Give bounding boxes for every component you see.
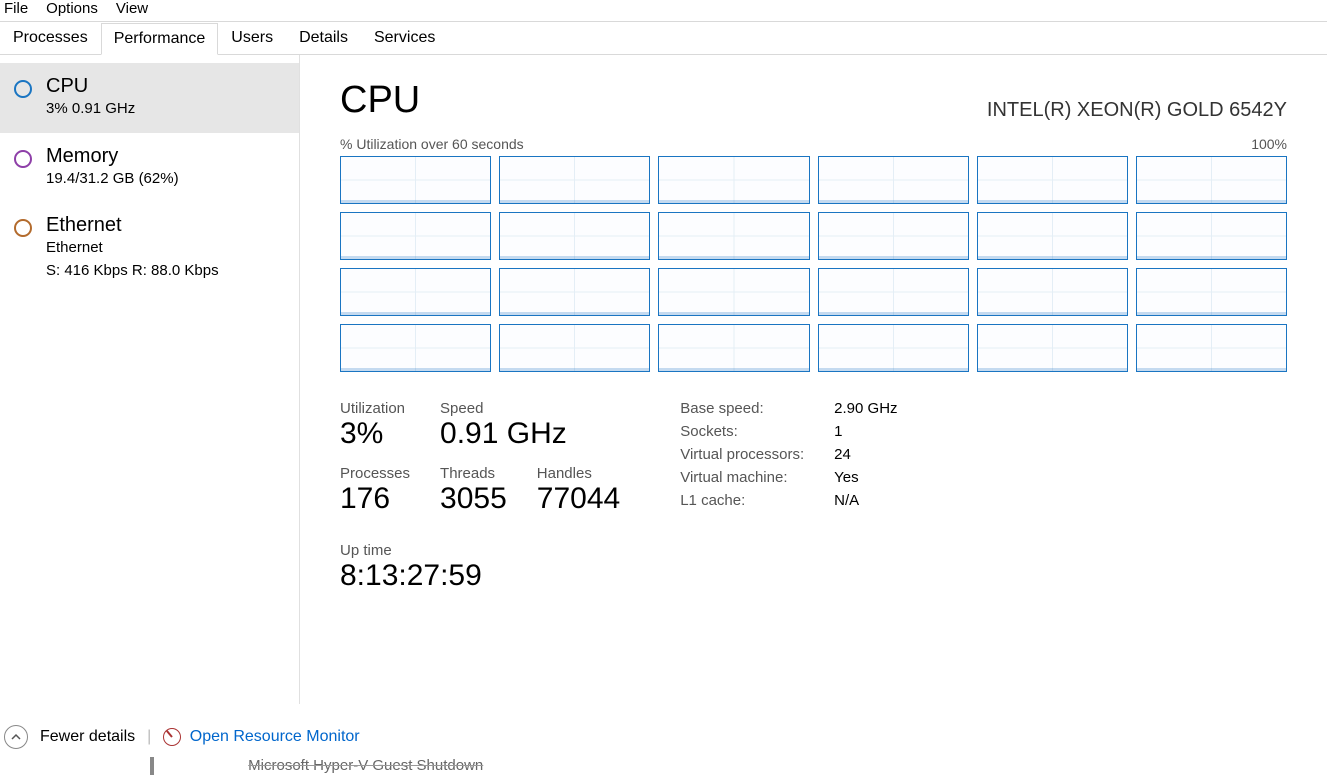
sockets-v: 1 [834, 423, 897, 440]
core-chart [818, 156, 969, 204]
core-chart [818, 268, 969, 316]
menu-view[interactable]: View [116, 0, 148, 17]
base-speed-k: Base speed: [680, 400, 804, 417]
open-resource-monitor[interactable]: Open Resource Monitor [163, 728, 359, 746]
tab-services[interactable]: Services [361, 22, 448, 54]
cpu-ring-icon [14, 80, 32, 98]
core-chart [1136, 268, 1287, 316]
tab-users[interactable]: Users [218, 22, 286, 54]
core-chart [977, 212, 1128, 260]
threads-value: 3055 [440, 482, 507, 516]
core-chart [977, 156, 1128, 204]
sidebar-cpu-sub: 3% 0.91 GHz [46, 98, 135, 121]
core-chart [818, 324, 969, 372]
l1-k: L1 cache: [680, 492, 804, 509]
tab-bar: Processes Performance Users Details Serv… [0, 21, 1327, 55]
chart-max: 100% [1251, 136, 1287, 152]
menu-bar: File Options View [0, 0, 1327, 21]
memory-ring-icon [14, 150, 32, 168]
uptime-value: 8:13:27:59 [340, 559, 620, 593]
util-value: 3% [340, 417, 410, 451]
core-chart [658, 212, 809, 260]
base-speed-v: 2.90 GHz [834, 400, 897, 417]
menu-file[interactable]: File [4, 0, 28, 17]
clipped-background-text: Microsoft Hyper-V Guest Shutdown [150, 757, 483, 775]
footer: Fewer details | Open Resource Monitor [0, 717, 1327, 757]
core-chart [977, 324, 1128, 372]
sidebar-item-memory[interactable]: Memory 19.4/31.2 GB (62%) [0, 133, 299, 203]
vm-k: Virtual machine: [680, 469, 804, 486]
sidebar-mem-title: Memory [46, 145, 179, 168]
core-chart [499, 212, 650, 260]
vm-v: Yes [834, 469, 897, 486]
processes-value: 176 [340, 482, 410, 516]
tab-performance[interactable]: Performance [101, 23, 219, 55]
vprocs-k: Virtual processors: [680, 446, 804, 463]
chevron-up-icon [11, 732, 21, 742]
core-chart [340, 324, 491, 372]
resize-handle-icon [150, 757, 154, 775]
tab-processes[interactable]: Processes [0, 22, 101, 54]
sidebar-mem-sub: 19.4/31.2 GB (62%) [46, 168, 179, 191]
sidebar-item-cpu[interactable]: CPU 3% 0.91 GHz [0, 63, 299, 133]
menu-options[interactable]: Options [46, 0, 98, 17]
resource-monitor-icon [163, 728, 181, 746]
util-label: Utilization [340, 400, 410, 417]
core-chart [818, 212, 969, 260]
core-chart [977, 268, 1128, 316]
sidebar-eth-sub2: S: 416 Kbps R: 88.0 Kbps [46, 260, 219, 283]
core-chart [340, 212, 491, 260]
processes-label: Processes [340, 465, 410, 482]
open-resource-monitor-label: Open Resource Monitor [190, 728, 360, 745]
chart-label: % Utilization over 60 seconds [340, 136, 524, 152]
sidebar: CPU 3% 0.91 GHz Memory 19.4/31.2 GB (62%… [0, 55, 300, 704]
sidebar-cpu-title: CPU [46, 75, 135, 98]
divider: | [147, 728, 151, 746]
sidebar-item-ethernet[interactable]: Ethernet Ethernet S: 416 Kbps R: 88.0 Kb… [0, 202, 299, 294]
core-chart [1136, 324, 1287, 372]
content-area: CPU 3% 0.91 GHz Memory 19.4/31.2 GB (62%… [0, 55, 1327, 704]
sidebar-eth-title: Ethernet [46, 214, 219, 237]
core-chart [658, 268, 809, 316]
handles-value: 77044 [537, 482, 620, 516]
tab-details[interactable]: Details [286, 22, 361, 54]
speed-value: 0.91 GHz [440, 417, 620, 451]
cpu-model: INTEL(R) XEON(R) GOLD 6542Y [987, 99, 1287, 122]
cpu-core-grid [340, 156, 1287, 372]
core-chart [340, 156, 491, 204]
core-chart [1136, 212, 1287, 260]
core-chart [499, 156, 650, 204]
vprocs-v: 24 [834, 446, 897, 463]
main-panel: CPU INTEL(R) XEON(R) GOLD 6542Y % Utiliz… [300, 55, 1327, 704]
core-chart [340, 268, 491, 316]
metrics-right: Base speed: 2.90 GHz Sockets: 1 Virtual … [680, 400, 897, 601]
sidebar-eth-sub1: Ethernet [46, 237, 219, 260]
core-chart [499, 324, 650, 372]
sockets-k: Sockets: [680, 423, 804, 440]
metrics: Utilization 3% Speed 0.91 GHz Processes … [340, 400, 1287, 601]
handles-label: Handles [537, 465, 620, 482]
core-chart [1136, 156, 1287, 204]
core-chart [658, 324, 809, 372]
fewer-details-toggle[interactable] [4, 725, 28, 749]
core-chart [499, 268, 650, 316]
l1-v: N/A [834, 492, 897, 509]
ethernet-ring-icon [14, 219, 32, 237]
speed-label: Speed [440, 400, 620, 417]
fewer-details-label[interactable]: Fewer details [40, 728, 135, 746]
uptime-label: Up time [340, 542, 620, 559]
page-title: CPU [340, 79, 420, 122]
threads-label: Threads [440, 465, 507, 482]
core-chart [658, 156, 809, 204]
